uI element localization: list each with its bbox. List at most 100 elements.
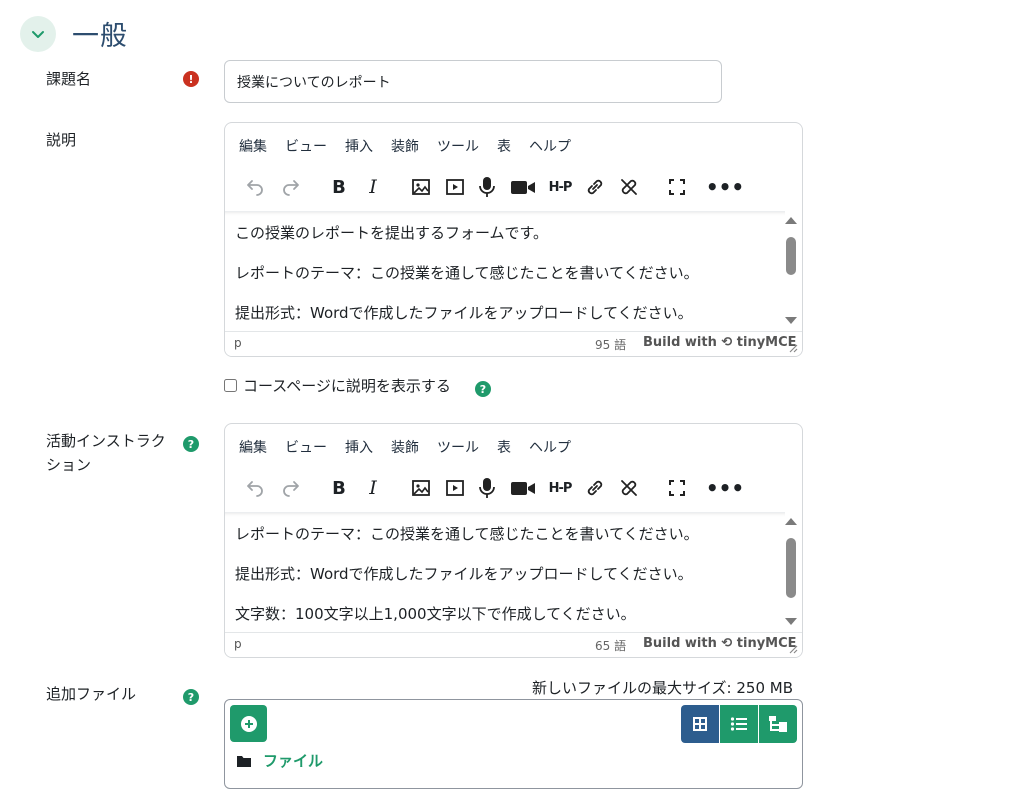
link-icon [587,179,603,195]
chevron-down-icon [32,31,44,38]
italic-icon: I [369,477,377,499]
menu-view[interactable]: ビュー [285,136,327,156]
more-button[interactable]: ••• [706,474,744,502]
editor-menubar: 編集 ビュー 挿入 装飾 ツール 表 ヘルプ [239,437,589,457]
assignment-name-input[interactable] [224,60,722,103]
unlink-button[interactable] [615,474,643,502]
bold-icon: B [332,477,346,499]
element-path[interactable]: p [234,637,242,651]
image-button[interactable] [407,474,435,502]
image-button[interactable] [407,173,435,201]
h5p-button[interactable]: H-P [545,474,575,502]
folder-item[interactable]: ファイル [237,750,323,771]
view-icons-button[interactable] [681,705,719,743]
menu-edit[interactable]: 編集 [239,136,267,156]
redo-button[interactable] [277,173,305,201]
menu-insert[interactable]: 挿入 [345,136,373,156]
italic-icon: I [369,176,377,198]
view-switcher [681,705,797,743]
word-count[interactable]: 95 語 [595,336,626,353]
description-paragraph: レポートのテーマ：この授業を通して感じたことを書いてください。 [235,264,699,282]
list-icon [730,717,747,731]
editor-toolbar: B I H-P ••• [241,173,781,203]
help-icon[interactable]: ? [183,436,199,452]
menu-tools[interactable]: ツール [437,136,479,156]
editor-statusbar: p 95 語 Build with ⟲ tinyMCE [225,331,802,356]
record-audio-button[interactable] [473,173,501,201]
media-button[interactable] [441,474,469,502]
menu-view[interactable]: ビュー [285,437,327,457]
video-camera-icon [511,181,535,194]
menu-tools[interactable]: ツール [437,437,479,457]
show-description-label: コースページに説明を表示する [243,377,451,395]
h5p-button[interactable]: H-P [545,173,575,201]
record-video-button[interactable] [509,173,537,201]
grid-icon [693,717,707,731]
more-button[interactable]: ••• [706,173,744,201]
italic-button[interactable]: I [359,173,387,201]
microphone-icon [479,177,495,197]
instructions-paragraph: 文字数：100文字以上1,000文字以下で作成してください。 [235,605,636,623]
activity-instructions-content[interactable]: レポートのテーマ：この授業を通して感じたことを書いてください。 提出形式：Wor… [225,512,785,633]
redo-button[interactable] [277,474,305,502]
resize-grip-icon[interactable] [788,644,798,654]
menu-table[interactable]: 表 [497,437,511,457]
more-icon: ••• [705,175,745,199]
max-file-size: 新しいファイルの最大サイズ: 250 MB [532,679,794,697]
word-count[interactable]: 65 語 [595,637,626,654]
description-scrollbar[interactable] [783,215,799,327]
activity-instructions-label-line2: ション [46,456,92,474]
record-audio-button[interactable] [473,474,501,502]
menu-edit[interactable]: 編集 [239,437,267,457]
editor-statusbar: p 65 語 Build with ⟲ tinyMCE [225,632,802,657]
link-button[interactable] [581,474,609,502]
tinymce-brand[interactable]: Build with ⟲ tinyMCE [643,335,797,350]
unlink-icon [621,179,637,195]
redo-icon [283,180,299,196]
record-video-button[interactable] [509,474,537,502]
description-content[interactable]: この授業のレポートを提出するフォームです。 レポートのテーマ：この授業を通して感… [225,211,785,332]
fullscreen-button[interactable] [663,474,691,502]
undo-icon [247,481,263,497]
media-button[interactable] [441,173,469,201]
undo-button[interactable] [241,173,269,201]
description-paragraph: この授業のレポートを提出するフォームです。 [235,224,549,242]
bold-button[interactable]: B [325,474,353,502]
tinymce-brand[interactable]: Build with ⟲ tinyMCE [643,636,797,651]
menu-table[interactable]: 表 [497,136,511,156]
menu-help[interactable]: ヘルプ [529,136,571,156]
assignment-name-label: 課題名 [46,70,92,88]
folder-name[interactable]: ファイル [263,750,323,771]
h5p-icon: H-P [548,480,573,496]
menu-help[interactable]: ヘルプ [529,437,571,457]
help-icon[interactable]: ? [183,689,199,705]
description-paragraph: 提出形式：Wordで作成したファイルをアップロードしてください。 [235,304,693,322]
fullscreen-icon [669,480,685,496]
add-file-button[interactable] [230,705,267,742]
element-path[interactable]: p [234,336,242,350]
menu-insert[interactable]: 挿入 [345,437,373,457]
description-label: 説明 [46,131,77,149]
italic-button[interactable]: I [359,474,387,502]
menu-format[interactable]: 装飾 [391,437,419,457]
image-icon [412,179,430,195]
bold-button[interactable]: B [325,173,353,201]
activity-instructions-label: 活動インストラク ション [46,429,166,477]
folder-tree-icon [769,716,787,732]
microphone-icon [479,478,495,498]
view-tree-button[interactable] [758,705,797,743]
show-description-checkbox[interactable] [224,379,237,392]
resize-grip-icon[interactable] [788,343,798,353]
undo-button[interactable] [241,474,269,502]
menu-format[interactable]: 装飾 [391,136,419,156]
view-list-button[interactable] [719,705,758,743]
link-button[interactable] [581,173,609,201]
instructions-scrollbar[interactable] [783,516,799,628]
section-collapse-toggle[interactable] [20,16,56,52]
activity-instructions-label-line1: 活動インストラク [46,432,166,450]
media-icon [446,179,464,195]
fullscreen-button[interactable] [663,173,691,201]
plus-circle-icon [240,715,257,732]
help-icon[interactable]: ? [475,381,491,397]
unlink-button[interactable] [615,173,643,201]
